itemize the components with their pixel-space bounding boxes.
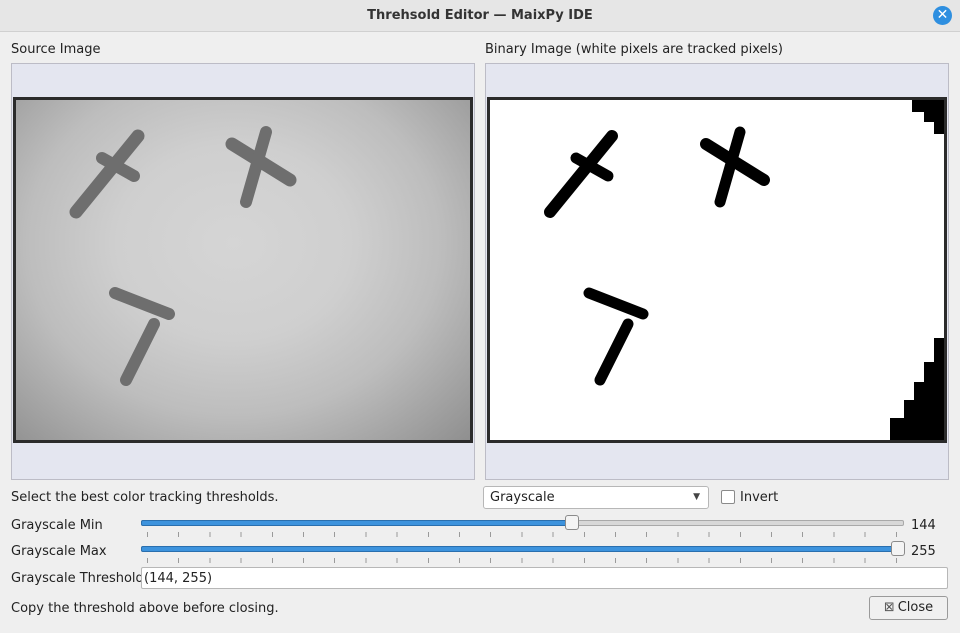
binary-image — [487, 97, 947, 443]
source-image-label: Source Image — [11, 42, 101, 57]
grayscale-min-label: Grayscale Min — [11, 518, 103, 533]
grayscale-threshold-label: Grayscale Threshold — [11, 571, 144, 586]
binary-image-panel — [485, 63, 949, 480]
title-bar: Threhsold Editor — MaixPy IDE ✕ — [0, 0, 960, 32]
threshold-input[interactable] — [144, 570, 934, 586]
invert-checkbox[interactable] — [721, 490, 735, 504]
grayscale-max-value: 255 — [911, 544, 936, 559]
slider-fill — [141, 546, 899, 552]
source-image-panel — [11, 63, 475, 480]
grayscale-min-slider[interactable] — [141, 515, 904, 539]
invert-label: Invert — [740, 490, 779, 505]
threshold-field[interactable] — [141, 567, 948, 589]
color-mode-select[interactable]: Grayscale ▼ — [483, 486, 709, 509]
slider-handle[interactable] — [565, 515, 579, 530]
color-mode-value: Grayscale — [490, 490, 555, 505]
close-button[interactable]: ⊠ Close — [869, 596, 948, 620]
slider-handle[interactable] — [891, 541, 905, 556]
window-title: Threhsold Editor — MaixPy IDE — [367, 8, 593, 23]
binary-image-label: Binary Image (white pixels are tracked p… — [485, 42, 783, 57]
slider-fill — [141, 520, 573, 526]
grayscale-max-label: Grayscale Max — [11, 544, 107, 559]
source-image — [13, 97, 473, 443]
grayscale-max-slider[interactable] — [141, 541, 905, 565]
grayscale-min-value: 144 — [911, 518, 936, 533]
chevron-down-icon: ▼ — [693, 492, 700, 502]
slider-ticks — [147, 532, 898, 537]
footer-hint: Copy the threshold above before closing. — [11, 601, 279, 616]
instruction-text: Select the best color tracking threshold… — [11, 490, 279, 505]
slider-ticks — [147, 558, 898, 563]
close-window-icon[interactable]: ✕ — [933, 6, 952, 25]
close-x-icon: ⊠ — [883, 600, 895, 615]
close-button-label: Close — [897, 600, 934, 615]
